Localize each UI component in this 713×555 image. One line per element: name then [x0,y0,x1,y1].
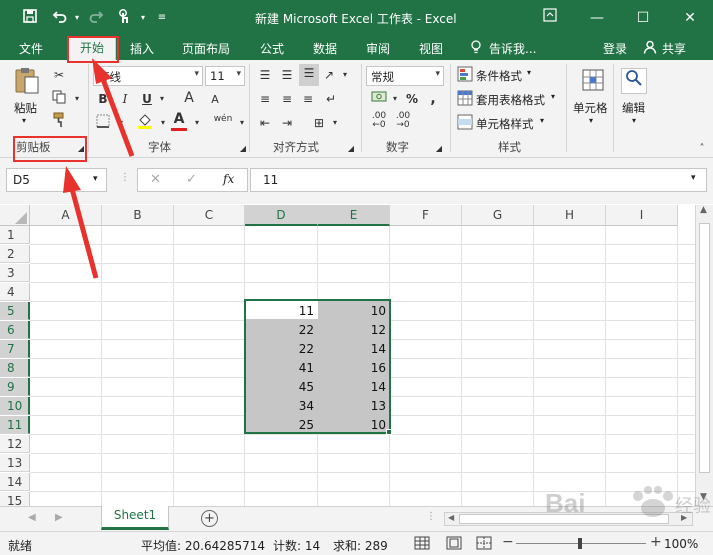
watermark-logo: Bai 经验 [540,482,711,522]
annotation-arrows [63,58,135,279]
arrow-head-icon [92,58,112,84]
svg-text:经验: 经验 [675,496,710,516]
excel-window: ▾ ▾ ≡ 新建 Microsoft Excel 工作表 - Excel — ☐… [0,0,713,555]
arrow-head-icon [63,166,81,193]
svg-text:Bai: Bai [545,488,585,518]
